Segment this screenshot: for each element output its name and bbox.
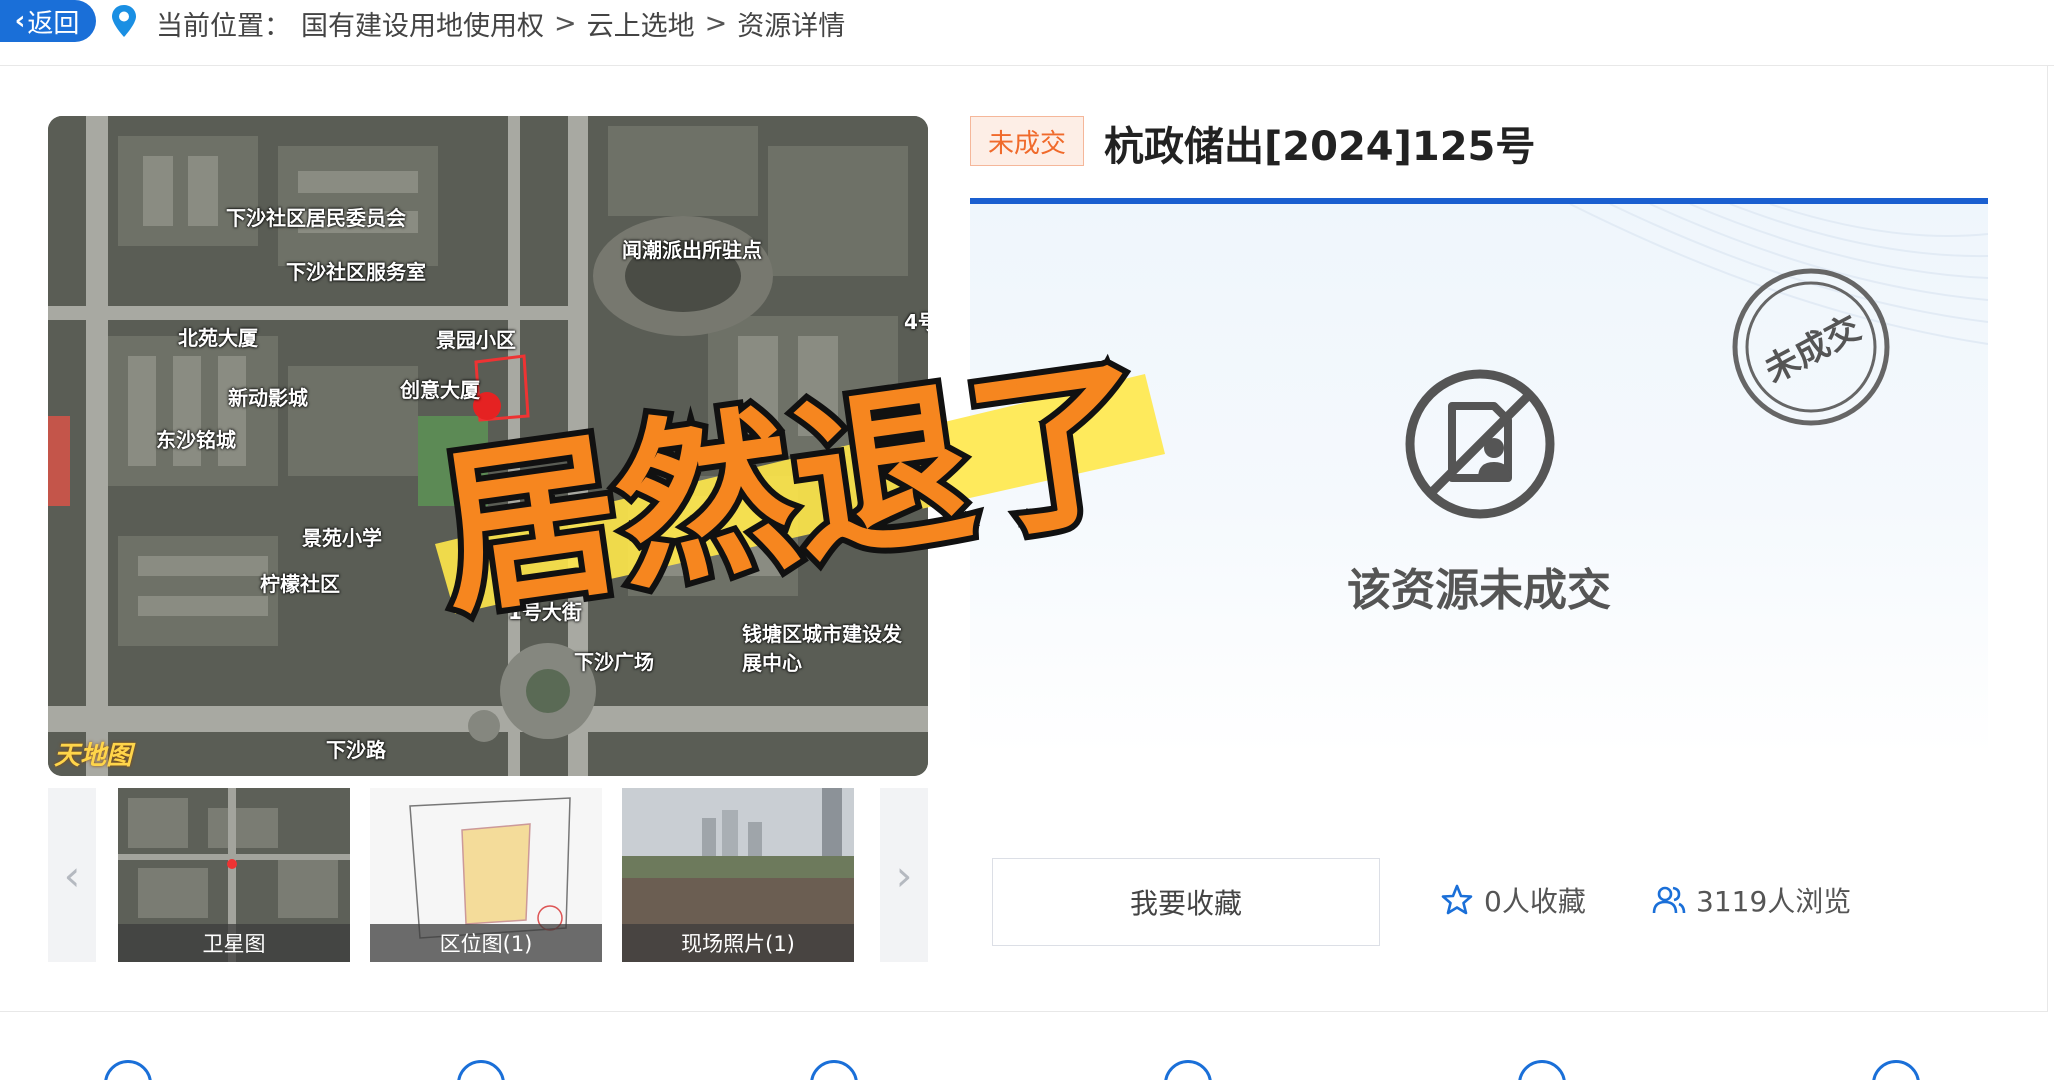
- location-pin-icon: [112, 5, 136, 37]
- favorites-count: 0人收藏: [1484, 885, 1586, 918]
- thumbnail-caption: 区位图(1): [370, 924, 602, 962]
- back-button[interactable]: ‹ 返回: [0, 0, 96, 42]
- add-favorite-button[interactable]: 我要收藏: [992, 858, 1380, 946]
- chevron-left-icon: ‹: [63, 850, 81, 900]
- chevron-right-icon: ›: [895, 850, 913, 900]
- bottom-tab-icon[interactable]: [104, 1060, 152, 1080]
- favorites-stat: 0人收藏: [1440, 880, 1586, 920]
- star-icon: [1441, 884, 1473, 915]
- breadcrumb-separator: >: [704, 8, 728, 39]
- page-title: 杭政储出[2024]125号: [1104, 124, 1536, 170]
- views-stat: 3119人浏览: [1652, 880, 1851, 920]
- unsold-stamp: 未成交: [1730, 266, 1892, 428]
- map-label: 柠檬社区: [260, 572, 340, 596]
- map-label: 北苑大厦: [178, 326, 258, 350]
- map-provider-logo: 天地图: [54, 741, 133, 771]
- breadcrumb-item-cloud-land-selection[interactable]: 云上选地: [587, 4, 695, 43]
- overlay-headline-graphic: 居然退了: [421, 334, 1167, 624]
- map-label: 4号: [904, 310, 928, 334]
- bottom-tabs-row: [0, 1040, 2054, 1080]
- map-label: 下沙路: [326, 738, 386, 762]
- breadcrumb: 当前位置： 国有建设用地使用权 > 云上选地 > 资源详情: [156, 4, 845, 43]
- thumbnail-caption: 现场照片(1): [622, 924, 854, 962]
- thumbnail-caption: 卫星图: [118, 924, 350, 962]
- location-label: 当前位置：: [156, 11, 291, 42]
- thumbnail-location-map[interactable]: 区位图(1): [370, 788, 602, 962]
- top-bar: ‹ 返回 当前位置： 国有建设用地使用权 > 云上选地 > 资源详情: [0, 0, 2054, 66]
- overlay-headline-text: 居然退了: [427, 336, 1161, 624]
- bottom-tab-icon[interactable]: [457, 1060, 505, 1080]
- map-label: 闻潮派出所驻点: [622, 238, 762, 262]
- carousel-prev-button[interactable]: ‹: [48, 788, 96, 962]
- no-deal-icon: [1405, 369, 1555, 519]
- bottom-tab-icon[interactable]: [1872, 1060, 1920, 1080]
- map-label: 下沙社区居民委员会: [226, 206, 406, 230]
- bottom-tab-icon[interactable]: [810, 1060, 858, 1080]
- users-icon: [1652, 886, 1686, 914]
- carousel-next-button[interactable]: ›: [880, 788, 928, 962]
- map-label: 新动影城: [228, 386, 308, 410]
- breadcrumb-item-land-use-right[interactable]: 国有建设用地使用权: [301, 4, 544, 43]
- breadcrumb-separator: >: [554, 8, 577, 39]
- thumbnail-site-photo[interactable]: 现场照片(1): [622, 788, 854, 962]
- map-label: 钱塘区城市建设发展中心: [742, 622, 902, 675]
- back-button-label: 返回: [27, 8, 80, 39]
- map-label: 东沙铭城: [156, 428, 236, 452]
- bottom-tab-icon[interactable]: [1518, 1060, 1566, 1080]
- map-label: 景苑小学: [302, 526, 382, 550]
- thumbnail-satellite[interactable]: 卫星图: [118, 788, 350, 962]
- status-badge: 未成交: [970, 116, 1084, 166]
- chevron-left-icon: ‹: [14, 6, 26, 36]
- views-count: 3119人浏览: [1696, 885, 1852, 918]
- overlay-headline: 居然退了: [405, 334, 1185, 624]
- thumbnail-carousel: ‹ 卫星图 区位图(1) 现场照片(1) ›: [48, 788, 928, 962]
- map-label: 下沙社区服务室: [286, 260, 426, 284]
- bottom-tab-icon[interactable]: [1164, 1060, 1212, 1080]
- map-label: 下沙广场: [574, 650, 654, 674]
- breadcrumb-item-resource-detail: 资源详情: [737, 11, 846, 42]
